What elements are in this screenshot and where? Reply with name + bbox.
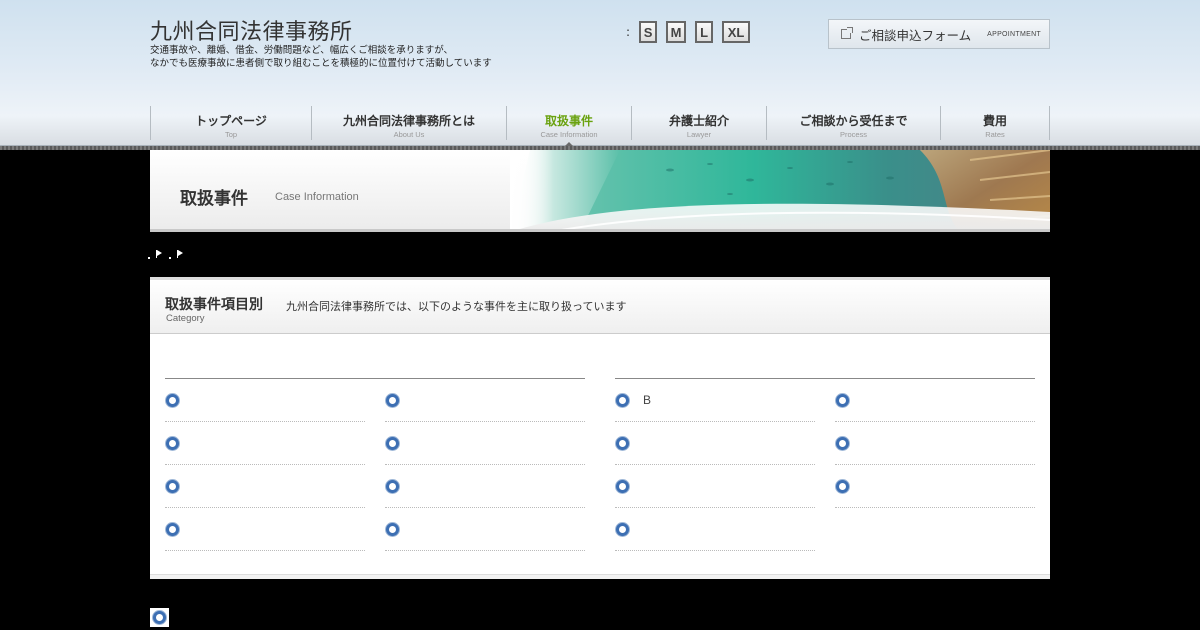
nav-label: 取扱事件 bbox=[544, 114, 593, 128]
ring-bullet-icon bbox=[153, 611, 166, 624]
ring-bullet-icon bbox=[166, 479, 179, 493]
ring-bullet-icon bbox=[386, 479, 399, 493]
nav-sub-label: Rates bbox=[985, 130, 1005, 139]
category-panel-footer bbox=[150, 574, 1050, 579]
nav-item-about[interactable]: 九州合同法律事務所とは About Us bbox=[311, 106, 506, 140]
category-item[interactable] bbox=[615, 422, 815, 465]
ring-bullet-icon bbox=[386, 522, 399, 536]
site-header: 九州合同法律事務所 交通事故や、離婚、借金、労働問題など、幅広くご相談を承ります… bbox=[0, 0, 1200, 148]
category-item[interactable] bbox=[165, 422, 365, 465]
ring-bullet-icon bbox=[616, 522, 629, 536]
ring-bullet-icon bbox=[836, 393, 849, 407]
category-panel: 取扱事件項目別 Category 九州合同法律事務所では、以下のような事件を主に… bbox=[150, 277, 1050, 579]
font-size-control: : S M L XL bbox=[626, 21, 759, 43]
nav-sub-label: Process bbox=[839, 130, 868, 139]
breadcrumb-arrow-icon bbox=[177, 249, 184, 259]
nav-sub-label: Top bbox=[224, 130, 238, 139]
appointment-form-button[interactable]: ご相談申込フォーム APPOINTMENT bbox=[828, 19, 1050, 49]
external-link-icon bbox=[841, 27, 853, 39]
breadcrumb-dot bbox=[148, 257, 150, 259]
font-size-xl-button[interactable]: XL bbox=[722, 21, 751, 43]
global-nav: トップページ Top 九州合同法律事務所とは About Us 取扱事件 Cas… bbox=[150, 106, 1050, 148]
ring-bullet-icon bbox=[386, 436, 399, 450]
ring-bullet-icon bbox=[166, 522, 179, 536]
ring-bullet-icon bbox=[836, 436, 849, 450]
category-item[interactable] bbox=[385, 379, 585, 422]
category-item[interactable] bbox=[165, 379, 365, 422]
font-size-m-button[interactable]: M bbox=[666, 21, 687, 43]
page-subtitle: Case Information bbox=[275, 191, 359, 203]
ring-bullet-icon bbox=[166, 393, 179, 407]
category-item[interactable] bbox=[385, 508, 585, 551]
category-item[interactable] bbox=[835, 465, 1035, 508]
category-group-1 bbox=[165, 378, 585, 551]
category-item[interactable]: B bbox=[615, 379, 815, 422]
ring-bullet-icon bbox=[616, 393, 629, 407]
category-item[interactable] bbox=[615, 508, 815, 551]
ring-bullet-icon bbox=[166, 436, 179, 450]
appointment-sub-label: APPOINTMENT bbox=[987, 30, 1041, 38]
ring-bullet-icon bbox=[616, 479, 629, 493]
category-item-label: B bbox=[643, 393, 652, 407]
site-description-line-2: なかでも医療事故に患者側で取り組むことを積極的に位置付けて活動しています bbox=[150, 58, 492, 69]
ring-bullet-icon bbox=[836, 479, 849, 493]
category-group-2: B bbox=[615, 378, 1035, 551]
nav-sub-label: Case Information bbox=[540, 130, 598, 139]
nav-label: ご相談から受任まで bbox=[799, 114, 908, 128]
category-item[interactable] bbox=[615, 465, 815, 508]
category-item[interactable] bbox=[385, 422, 585, 465]
font-size-s-button[interactable]: S bbox=[639, 21, 658, 43]
appointment-label: ご相談申込フォーム bbox=[859, 27, 972, 43]
breadcrumb-dot bbox=[169, 257, 171, 259]
category-panel-header: 取扱事件項目別 Category 九州合同法律事務所では、以下のような事件を主に… bbox=[150, 277, 1050, 334]
nav-sub-label: About Us bbox=[393, 130, 425, 139]
page-title: 取扱事件 bbox=[180, 189, 248, 209]
nav-label: 九州合同法律事務所とは bbox=[342, 114, 475, 128]
category-description: 九州合同法律事務所では、以下のような事件を主に取り扱っています bbox=[286, 300, 627, 313]
nav-item-lawyer[interactable]: 弁護士紹介 Lawyer bbox=[631, 106, 766, 140]
nav-label: 費用 bbox=[982, 114, 1007, 128]
nav-item-top[interactable]: トップページ Top bbox=[150, 106, 311, 140]
category-item[interactable] bbox=[165, 508, 365, 551]
category-item[interactable] bbox=[165, 465, 365, 508]
site-description-line-1: 交通事故や、離婚、借金、労働問題など、幅広くご相談を承りますが、 bbox=[150, 45, 454, 56]
category-item[interactable] bbox=[835, 379, 1035, 422]
category-subtitle: Category bbox=[166, 313, 205, 324]
site-title[interactable]: 九州合同法律事務所 bbox=[150, 14, 353, 46]
category-title: 取扱事件項目別 bbox=[165, 297, 263, 313]
font-size-l-button[interactable]: L bbox=[695, 21, 714, 43]
nav-sub-label: Lawyer bbox=[686, 130, 712, 139]
category-item[interactable] bbox=[385, 465, 585, 508]
ring-bullet-icon bbox=[616, 436, 629, 450]
breadcrumb bbox=[148, 249, 184, 259]
page-banner: 取扱事件 Case Information bbox=[150, 150, 1050, 232]
nav-item-process[interactable]: ご相談から受任まで Process bbox=[766, 106, 940, 140]
bottom-ring-link[interactable] bbox=[150, 608, 169, 627]
breadcrumb-arrow-icon bbox=[156, 249, 163, 259]
category-item[interactable] bbox=[835, 422, 1035, 465]
nav-item-case-information[interactable]: 取扱事件 Case Information bbox=[506, 106, 631, 148]
font-size-colon: : bbox=[626, 25, 631, 39]
nav-label: 弁護士紹介 bbox=[668, 114, 729, 128]
nav-label: トップページ bbox=[195, 114, 267, 128]
site-description: 交通事故や、離婚、借金、労働問題など、幅広くご相談を承りますが、 なかでも医療事… bbox=[150, 44, 492, 70]
ring-bullet-icon bbox=[386, 393, 399, 407]
nav-item-rates[interactable]: 費用 Rates bbox=[940, 106, 1050, 140]
